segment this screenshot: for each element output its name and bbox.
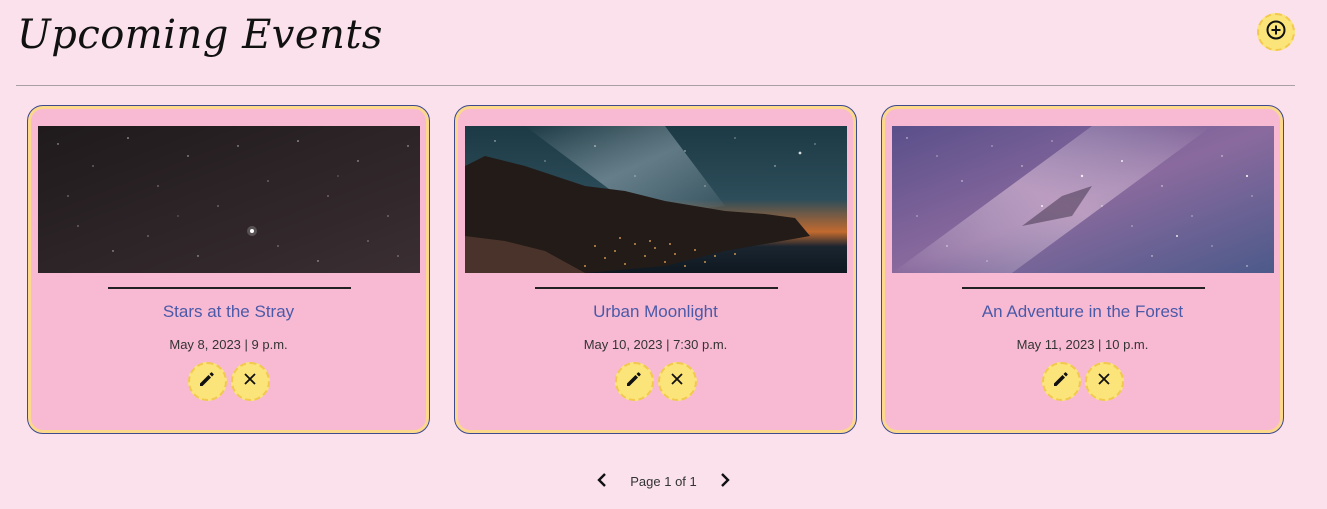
event-title: Stars at the Stray bbox=[162, 302, 295, 321]
delete-button[interactable] bbox=[657, 362, 697, 401]
edit-button[interactable] bbox=[614, 362, 654, 401]
close-icon bbox=[1095, 370, 1113, 393]
delete-button[interactable] bbox=[230, 362, 270, 401]
pagination: Page 1 of 1 bbox=[0, 472, 1327, 491]
header-divider bbox=[16, 85, 1295, 86]
card-divider bbox=[962, 287, 1205, 289]
page-title: Upcoming Events bbox=[17, 12, 383, 58]
edit-button[interactable] bbox=[187, 362, 227, 401]
card-divider bbox=[535, 287, 778, 289]
chevron-left-icon bbox=[596, 472, 608, 491]
pencil-icon bbox=[1051, 369, 1071, 394]
event-image bbox=[465, 126, 847, 273]
event-card: Urban Moonlight May 10, 2023 | 7:30 p.m. bbox=[454, 105, 857, 434]
plus-circle-icon bbox=[1265, 19, 1287, 46]
close-icon bbox=[668, 370, 686, 393]
event-card: Stars at the Stray May 8, 2023 | 9 p.m. bbox=[27, 105, 430, 434]
event-date: May 10, 2023 | 7:30 p.m. bbox=[583, 337, 728, 352]
event-image bbox=[38, 126, 420, 273]
add-event-button[interactable] bbox=[1257, 13, 1295, 51]
event-image bbox=[892, 126, 1274, 273]
close-icon bbox=[241, 370, 259, 393]
event-date: May 11, 2023 | 10 p.m. bbox=[1016, 337, 1149, 352]
event-card: An Adventure in the Forest May 11, 2023 … bbox=[881, 105, 1284, 434]
page-indicator: Page 1 of 1 bbox=[630, 474, 697, 489]
pencil-icon bbox=[624, 369, 644, 394]
chevron-right-icon bbox=[719, 472, 731, 491]
event-title: Urban Moonlight bbox=[593, 302, 718, 321]
pencil-icon bbox=[197, 369, 217, 394]
card-divider bbox=[108, 287, 351, 289]
delete-button[interactable] bbox=[1084, 362, 1124, 401]
next-page-button[interactable] bbox=[713, 472, 737, 491]
previous-page-button[interactable] bbox=[590, 472, 614, 491]
event-date: May 8, 2023 | 9 p.m. bbox=[169, 337, 288, 352]
event-title: An Adventure in the Forest bbox=[981, 302, 1184, 321]
edit-button[interactable] bbox=[1041, 362, 1081, 401]
